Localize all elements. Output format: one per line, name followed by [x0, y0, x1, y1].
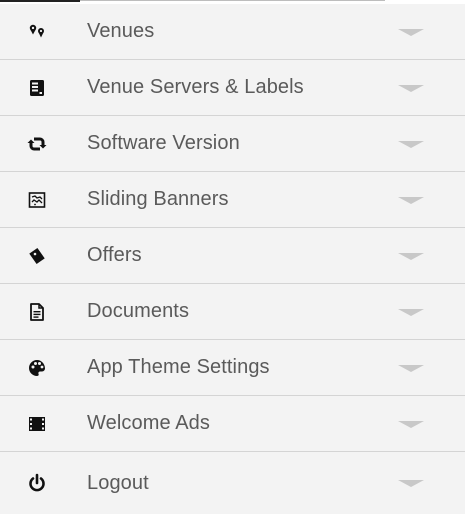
chevron-down-icon[interactable]: [398, 84, 424, 92]
menu-item-venues[interactable]: Venues: [0, 4, 465, 60]
chevron-down-icon[interactable]: [398, 420, 424, 428]
sidebar-menu: Venues Venue Servers & Labels Software V…: [0, 0, 465, 514]
server-icon: [26, 77, 48, 99]
menu-item-logout[interactable]: Logout: [0, 452, 465, 514]
menu-item-label: Welcome Ads: [87, 412, 211, 434]
chevron-down-icon[interactable]: [398, 28, 424, 36]
menu-item-label: Sliding Banners: [87, 188, 229, 210]
map-pins-icon: [26, 21, 48, 43]
menu-item-label: Software Version: [87, 132, 240, 154]
menu-item-software-version[interactable]: Software Version: [0, 116, 465, 172]
menu-item-app-theme-settings[interactable]: App Theme Settings: [0, 340, 465, 396]
map-banner-icon: [26, 189, 48, 211]
sync-icon: [26, 133, 48, 155]
menu-item-documents[interactable]: Documents: [0, 284, 465, 340]
chevron-down-icon[interactable]: [398, 252, 424, 260]
menu-item-venue-servers-labels[interactable]: Venue Servers & Labels: [0, 60, 465, 116]
chevron-down-icon[interactable]: [398, 196, 424, 204]
menu-item-label: Offers: [87, 244, 142, 266]
menu-item-label: Documents: [87, 300, 190, 322]
chevron-down-icon[interactable]: [398, 480, 424, 487]
ticket-icon: [26, 245, 48, 267]
menu-item-label: Logout: [87, 471, 149, 494]
menu-item-label: Venue Servers & Labels: [87, 76, 304, 98]
chevron-down-icon[interactable]: [398, 140, 424, 148]
menu-item-label: Venues: [87, 20, 155, 42]
document-icon: [26, 301, 48, 323]
menu-item-offers[interactable]: Offers: [0, 228, 465, 284]
menu-item-sliding-banners[interactable]: Sliding Banners: [0, 172, 465, 228]
power-icon: [26, 472, 48, 494]
menu-item-label: App Theme Settings: [87, 356, 270, 378]
chevron-down-icon[interactable]: [398, 308, 424, 316]
menu-item-welcome-ads[interactable]: Welcome Ads: [0, 396, 465, 452]
chevron-down-icon[interactable]: [398, 364, 424, 372]
film-icon: [26, 413, 48, 435]
palette-icon: [26, 357, 48, 379]
